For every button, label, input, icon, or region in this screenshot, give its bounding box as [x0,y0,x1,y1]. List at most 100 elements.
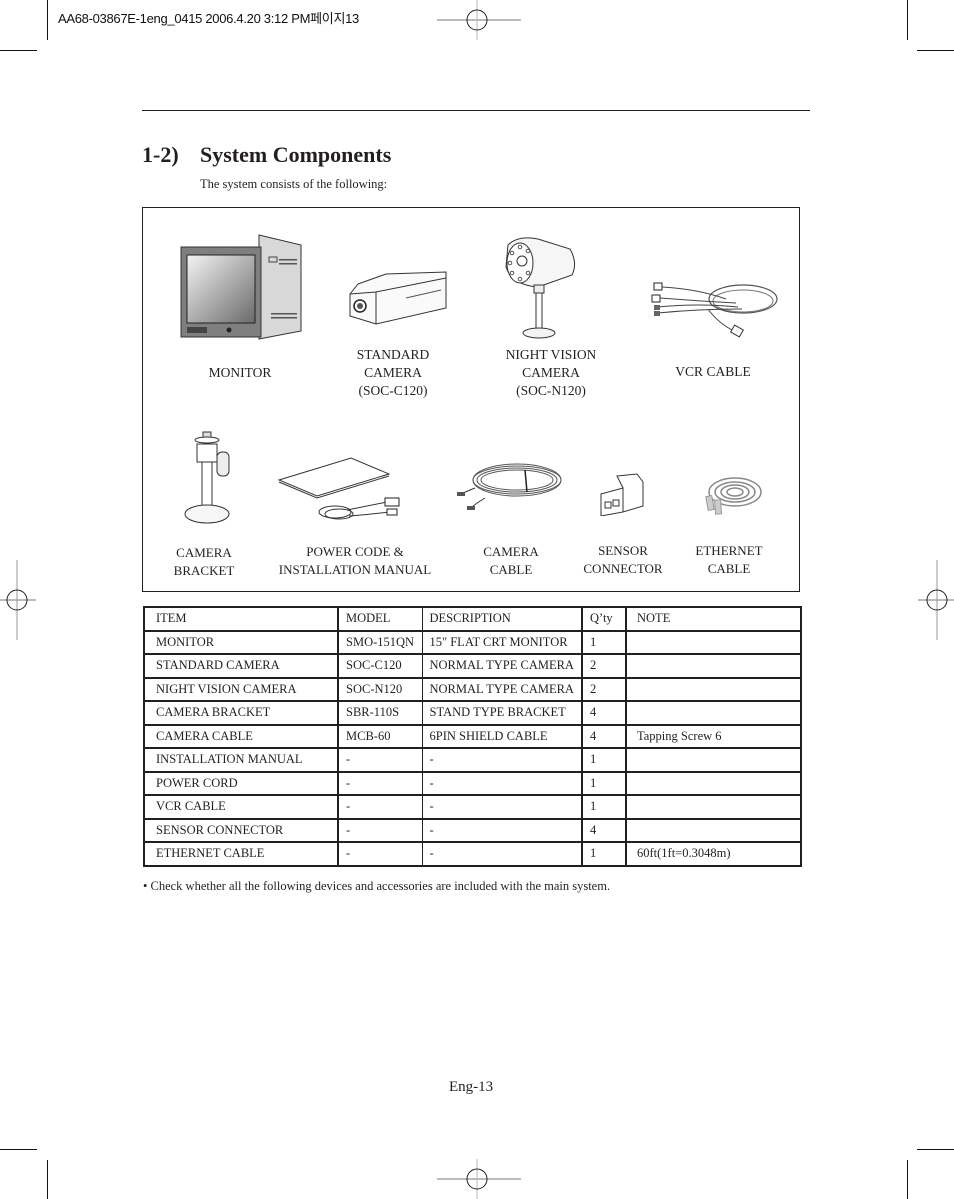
cell-model: - [337,747,423,773]
cell-description: - [421,747,583,773]
component-label-ethernet-cable: ETHERNET CABLE [695,542,762,578]
component-label-camera-bracket: CAMERA BRACKET [174,544,235,580]
component-label-sensor-connector: SENSOR CONNECTOR [583,542,662,578]
cell-item: INSTALLATION MANUAL [143,747,339,773]
label-line: SENSOR [598,543,648,558]
header-rule [142,110,810,111]
cell-item: POWER CORD [143,771,339,796]
label-line: CAMERA [364,365,422,380]
cell-qty: 4 [581,700,627,726]
label-line: CAMERA [522,365,580,380]
cell-note [625,794,802,820]
cell-qty: 2 [581,653,627,679]
cell-qty: 1 [581,771,627,796]
cell-qty: 2 [581,677,627,702]
table-row: ETHERNET CABLE - -1 60ft(1ft=0.3048m) [143,841,802,867]
crop-mark [907,1160,908,1199]
crop-mark [917,50,954,51]
cell-note: Tapping Screw 6 [625,724,802,749]
registration-mark-icon [0,560,36,640]
crop-mark [0,50,37,51]
cell-model: SMO-151QN [337,630,423,655]
cell-item: CAMERA CABLE [143,724,339,749]
vcr-cable-icon [651,282,778,338]
label-line: VCR CABLE [675,364,751,379]
table-row: STANDARD CAMERA SOC-C120 NORMAL TYPE CAMER… [143,653,802,679]
label-line: MONITOR [208,365,272,380]
cell-model: - [337,841,423,867]
cell-item: VCR CABLE [143,794,339,820]
cell-note [625,677,802,702]
registration-mark-icon [437,0,521,40]
cell-qty: 4 [581,818,627,843]
cell-note [625,653,802,679]
label-line: NIGHT VISION [505,347,597,362]
cell-item: NIGHT VISION CAMERA [143,677,339,702]
print-slug: AA68-03867E-1eng_0415 2006.4.20 3:12 PM페… [58,11,359,26]
label-line: CABLE [707,561,751,576]
monitor-icon [180,234,302,340]
header-note: NOTE [625,606,802,632]
cell-note: 60ft(1ft=0.3048m) [625,841,802,867]
label-line: CAMERA [483,544,539,559]
table-row: MONITOR SMO-151QN 15" FLAT CRT MONITOR 1 [143,630,802,655]
header-description: DESCRIPTION [421,606,583,632]
cell-model: - [337,818,423,843]
table-row: INSTALLATION MANUAL - -1 [143,747,802,773]
cell-description: NORMAL TYPE CAMERA [421,677,583,702]
camera-cable-icon [457,463,562,510]
page-number: Eng-13 [449,1079,494,1095]
cell-note [625,630,802,655]
table-row: CAMERA BRACKET SBR-110S STAND TYPE BRACKET… [143,700,802,726]
cell-model: MCB-60 [337,724,423,749]
label-line: POWER CODE & [306,544,404,559]
table-row: NIGHT VISION CAMERA SOC-N120 NORMAL TYPE C… [143,677,802,702]
cell-description: 6PIN SHIELD CABLE [421,724,583,749]
camera-bracket-icon [184,431,230,524]
ethernet-cable-icon [705,477,762,515]
sensor-connector-icon [600,473,644,516]
cell-description: - [421,818,583,843]
label-line: INSTALLATION MANUAL [278,562,432,577]
cell-item: SENSOR CONNECTOR [143,818,339,843]
crop-mark [47,1160,48,1199]
cell-model: SBR-110S [337,700,423,726]
section-intro: The system consists of the following: [200,177,388,191]
header-qty: Q’ty [581,606,627,632]
cell-description: - [421,841,583,867]
night-vision-camera-icon [505,237,576,339]
section-title: System Components [200,142,392,167]
component-label-vcr-cable: VCR CABLE [675,363,750,381]
cell-note [625,818,802,843]
table-header-row: ITEM MODEL DESCRIPTION Q’ty NOTE [143,606,802,632]
component-label-monitor: MONITOR [209,364,272,382]
standard-camera-icon [349,271,447,325]
cell-model: - [337,771,423,796]
cell-qty: 1 [581,747,627,773]
label-line: (SOC-N120) [516,383,586,398]
power-cord-manual-icon [277,457,400,520]
cell-item: STANDARD CAMERA [143,653,339,679]
header-model: MODEL [337,606,423,632]
cell-description: NORMAL TYPE CAMERA [421,653,583,679]
footnote: • Check whether all the following device… [143,879,611,893]
table-row: VCR CABLE - -1 [143,794,802,820]
crop-mark [907,0,908,40]
table-row: POWER CORD - -1 [143,771,802,796]
section-number: 1-2) [142,142,179,167]
cell-note [625,747,802,773]
cell-qty: 1 [581,794,627,820]
table-row: CAMERA CABLE MCB-60 6PIN SHIELD CABLE 4 Tapp… [143,724,802,749]
cell-description: 15" FLAT CRT MONITOR [421,630,583,655]
component-label-standard-camera: STANDARD CAMERA (SOC-C120) [357,346,429,400]
cell-model: SOC-N120 [337,677,423,702]
section-heading: 1-2) System Components [142,142,391,168]
registration-mark-icon [437,1159,521,1199]
cell-item: MONITOR [143,630,339,655]
cell-note [625,771,802,796]
component-label-power-cord-manual: POWER CODE & INSTALLATION MANUAL [279,543,431,579]
registration-mark-icon [918,560,954,640]
label-line: CAMERA [176,545,232,560]
components-table: ITEM MODEL DESCRIPTION Q’ty NOTE MONITOR… [143,606,802,867]
cell-note [625,700,802,726]
